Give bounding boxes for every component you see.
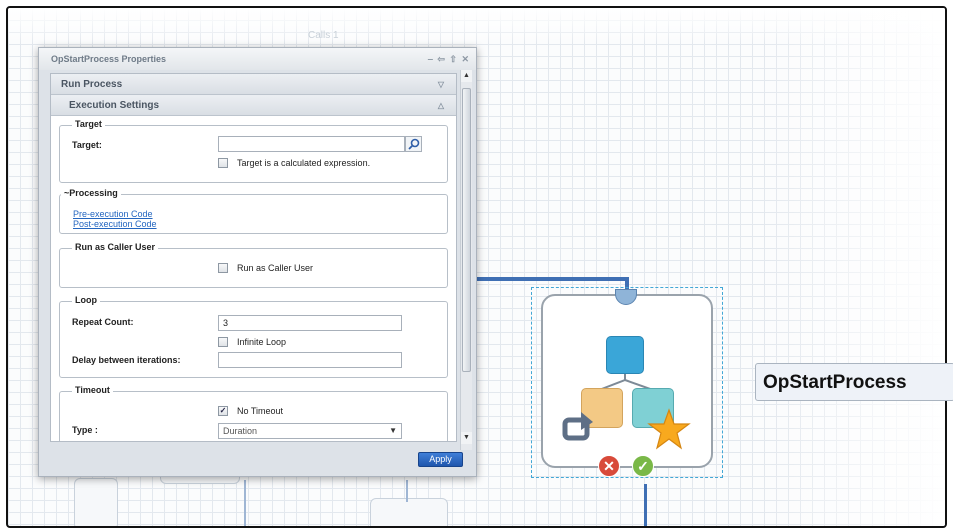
dialog-content: Run Process ▽ Execution Settings △ Targe… xyxy=(50,73,457,442)
background-connector xyxy=(406,480,408,502)
group-legend: Loop xyxy=(72,295,100,305)
window-controls-icon[interactable]: ‒ ⇦ ⇧ ✕ xyxy=(428,48,470,70)
pre-execution-code-link[interactable]: Pre-execution Code xyxy=(73,209,153,219)
section-execution-settings[interactable]: Execution Settings △ xyxy=(51,95,456,116)
section-label: Run Process xyxy=(61,79,123,90)
calculated-expression-label: Target is a calculated expression. xyxy=(237,158,371,168)
group-legend: Timeout xyxy=(72,385,113,395)
type-select[interactable]: Duration ▼ xyxy=(218,423,402,439)
run-as-caller-label: Run as Caller User xyxy=(237,263,314,273)
canvas-fade xyxy=(765,8,945,526)
scroll-up-icon[interactable]: ▲ xyxy=(461,70,472,82)
target-group: Target Target: Target is a calculated ex… xyxy=(59,119,448,183)
scroll-down-icon[interactable]: ▼ xyxy=(461,432,472,444)
no-timeout-label: No Timeout xyxy=(237,406,284,416)
section-label: Execution Settings xyxy=(69,100,160,111)
group-legend: Run as Caller User xyxy=(72,242,159,252)
delay-label: Delay between iterations: xyxy=(72,355,181,365)
loop-arrow-icon xyxy=(562,412,593,441)
collapse-arrow-icon[interactable]: △ xyxy=(438,95,444,116)
infinite-loop-label: Infinite Loop xyxy=(237,337,287,347)
repeat-count-label: Repeat Count: xyxy=(72,317,134,327)
dialog-title-bar[interactable]: OpStartProcess Properties ‒ ⇦ ⇧ ✕ xyxy=(39,48,476,70)
no-timeout-checkbox[interactable]: ✓ xyxy=(218,406,228,416)
group-legend: Target xyxy=(72,119,105,129)
search-icon[interactable] xyxy=(405,136,422,152)
apply-button[interactable]: Apply xyxy=(418,452,463,467)
target-input[interactable] xyxy=(218,136,405,152)
type-label: Type : xyxy=(72,425,98,435)
success-status-icon[interactable]: ✓ xyxy=(632,455,654,477)
opstartprocess-node[interactable] xyxy=(541,294,713,468)
section-run-process[interactable]: Run Process ▽ xyxy=(51,74,456,95)
canvas-header-label: Calls 1 xyxy=(308,30,339,41)
node-icon-top-square xyxy=(606,336,644,374)
background-node xyxy=(370,498,448,526)
background-node xyxy=(74,478,118,526)
error-status-icon[interactable]: ✕ xyxy=(598,455,620,477)
repeat-count-input[interactable]: 3 xyxy=(218,315,402,331)
group-legend: ~Processing xyxy=(61,188,121,198)
scrollbar-thumb[interactable] xyxy=(462,88,471,372)
chevron-down-icon[interactable]: ▼ xyxy=(389,424,397,438)
calculated-expression-checkbox[interactable] xyxy=(218,158,228,168)
outgoing-connector xyxy=(644,484,647,526)
properties-dialog: OpStartProcess Properties ‒ ⇦ ⇧ ✕ Run Pr… xyxy=(38,47,477,477)
target-label: Target: xyxy=(72,140,102,150)
vertical-scrollbar[interactable]: ▲ ▼ xyxy=(460,70,472,450)
expand-arrow-icon[interactable]: ▽ xyxy=(438,74,444,95)
timeout-group: Timeout ✓ No Timeout Type : Duration ▼ xyxy=(59,385,448,441)
delay-input[interactable] xyxy=(218,352,402,368)
dialog-title: OpStartProcess Properties xyxy=(51,54,167,64)
loop-group: Loop Repeat Count: 3 Infinite Loop Delay… xyxy=(59,295,448,378)
type-select-value: Duration xyxy=(223,426,258,436)
infinite-loop-checkbox[interactable] xyxy=(218,337,228,347)
run-as-caller-group: Run as Caller User Run as Caller User xyxy=(59,242,448,288)
run-as-caller-checkbox[interactable] xyxy=(218,263,228,273)
node-name-label: OpStartProcess xyxy=(755,363,953,401)
star-icon xyxy=(647,408,691,450)
incoming-connector xyxy=(477,277,629,281)
post-execution-code-link[interactable]: Post-execution Code xyxy=(73,219,157,229)
background-connector xyxy=(244,480,246,526)
processing-group: ~Processing Pre-execution Code Post-exec… xyxy=(59,188,448,234)
